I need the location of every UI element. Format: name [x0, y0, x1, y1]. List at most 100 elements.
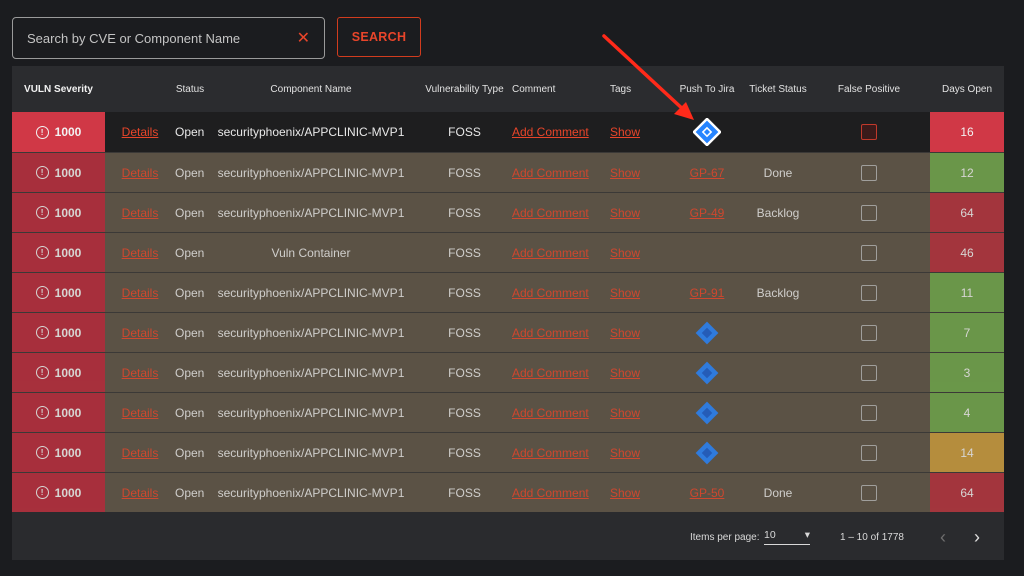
false-positive-checkbox[interactable]	[861, 284, 877, 301]
header-days-open[interactable]: Days Open	[930, 84, 1004, 95]
items-per-page-select[interactable]: 10 ▾	[764, 529, 810, 545]
show-tags-link[interactable]: Show	[610, 286, 640, 300]
ticket-status-cell: Backlog	[748, 273, 808, 312]
false-positive-checkbox[interactable]	[861, 204, 877, 221]
table-row[interactable]: ! 1000 Details Open securityphoenix/APPC…	[12, 472, 1004, 512]
chevron-left-icon[interactable]: ‹	[940, 527, 946, 548]
alert-circle-icon: !	[35, 246, 49, 259]
severity-cell: ! 1000	[12, 433, 105, 472]
table-row[interactable]: ! 1000 Details Open securityphoenix/APPC…	[12, 392, 1004, 432]
show-tags-link[interactable]: Show	[610, 125, 640, 139]
details-link[interactable]: Details	[122, 406, 159, 420]
alert-circle-icon: !	[35, 406, 49, 419]
false-positive-checkbox[interactable]	[861, 484, 877, 501]
add-comment-link[interactable]: Add Comment	[512, 286, 589, 300]
table-row[interactable]: ! 1000 Details Open securityphoenix/APPC…	[12, 112, 1004, 152]
false-positive-checkbox[interactable]	[861, 444, 877, 461]
component-name: securityphoenix/APPCLINIC-MVP1	[217, 445, 405, 460]
false-positive-checkbox[interactable]	[861, 324, 877, 341]
false-positive-checkbox[interactable]	[861, 164, 877, 181]
add-comment-link[interactable]: Add Comment	[512, 166, 589, 180]
severity-value: 1000	[54, 205, 82, 220]
status-value: Open	[175, 245, 205, 260]
header-vuln-severity[interactable]: VULN Severity	[12, 84, 105, 95]
comment-cell: Add Comment	[512, 233, 600, 272]
table-row[interactable]: ! 1000 Details Open securityphoenix/APPC…	[12, 352, 1004, 392]
add-comment-link[interactable]: Add Comment	[512, 486, 589, 500]
details-link[interactable]: Details	[122, 366, 159, 380]
dropdown-arrow-icon: ▾	[804, 529, 810, 541]
details-link[interactable]: Details	[122, 206, 159, 220]
details-link[interactable]: Details	[122, 125, 159, 139]
vulnerability-type: FOSS	[448, 365, 481, 380]
severity-value: 1000	[54, 445, 82, 460]
show-tags-link[interactable]: Show	[610, 486, 640, 500]
alert-circle-icon: !	[35, 486, 49, 499]
pagination-range: 1 – 10 of 1778	[840, 531, 904, 543]
add-comment-link[interactable]: Add Comment	[512, 406, 589, 420]
header-component-name[interactable]: Component Name	[205, 84, 417, 95]
add-comment-link[interactable]: Add Comment	[512, 206, 589, 220]
header-vulnerability-type[interactable]: Vulnerability Type	[417, 84, 512, 95]
jira-ticket-link[interactable]: GP-49	[690, 206, 725, 220]
jira-icon[interactable]	[693, 118, 721, 146]
table-row[interactable]: ! 1000 Details Open securityphoenix/APPC…	[12, 432, 1004, 472]
chevron-right-icon[interactable]: ›	[974, 527, 980, 548]
add-comment-link[interactable]: Add Comment	[512, 446, 589, 460]
false-positive-checkbox[interactable]	[861, 364, 877, 381]
table-row[interactable]: ! 1000 Details Open securityphoenix/APPC…	[12, 152, 1004, 192]
show-tags-link[interactable]: Show	[610, 206, 640, 220]
alert-circle-icon: !	[35, 446, 49, 459]
days-open-cell: 4	[930, 393, 1004, 432]
header-status[interactable]: Status	[175, 84, 205, 95]
days-open-cell: 46	[930, 233, 1004, 272]
false-positive-checkbox[interactable]	[861, 244, 877, 261]
jira-ticket-link[interactable]: GP-50	[690, 486, 725, 500]
paginator: Items per page: 10 ▾ 1 – 10 of 1778 ‹ ›	[12, 514, 1004, 560]
show-tags-link[interactable]: Show	[610, 366, 640, 380]
table-row[interactable]: ! 1000 Details Open Vuln Container FOSS …	[12, 232, 1004, 272]
show-tags-link[interactable]: Show	[610, 166, 640, 180]
details-link[interactable]: Details	[122, 326, 159, 340]
table-row[interactable]: ! 1000 Details Open securityphoenix/APPC…	[12, 312, 1004, 352]
component-name: securityphoenix/APPCLINIC-MVP1	[217, 125, 405, 139]
table-row[interactable]: ! 1000 Details Open securityphoenix/APPC…	[12, 272, 1004, 312]
false-positive-checkbox[interactable]	[861, 404, 877, 421]
jira-icon[interactable]	[693, 439, 721, 467]
type-cell: FOSS	[417, 393, 512, 432]
show-tags-link[interactable]: Show	[610, 446, 640, 460]
details-link[interactable]: Details	[122, 486, 159, 500]
details-link[interactable]: Details	[122, 446, 159, 460]
details-cell: Details	[105, 112, 175, 152]
details-cell: Details	[105, 193, 175, 232]
add-comment-link[interactable]: Add Comment	[512, 246, 589, 260]
jira-icon[interactable]	[693, 319, 721, 347]
jira-ticket-link[interactable]: GP-67	[690, 166, 725, 180]
add-comment-link[interactable]: Add Comment	[512, 125, 589, 139]
push-to-jira-cell	[666, 353, 748, 392]
add-comment-link[interactable]: Add Comment	[512, 366, 589, 380]
jira-ticket-link[interactable]: GP-91	[690, 286, 725, 300]
close-icon[interactable]: ✕	[297, 28, 310, 48]
component-name: securityphoenix/APPCLINIC-MVP1	[217, 285, 405, 300]
severity-value: 1000	[54, 325, 82, 340]
show-tags-link[interactable]: Show	[610, 246, 640, 260]
header-false-positive[interactable]: False Positive	[808, 84, 930, 95]
search-input[interactable]	[27, 30, 297, 46]
search-button[interactable]: SEARCH	[337, 17, 421, 57]
header-ticket-status[interactable]: Ticket Status	[748, 84, 808, 95]
false-positive-cell	[808, 393, 930, 432]
add-comment-link[interactable]: Add Comment	[512, 326, 589, 340]
vulnerability-type: FOSS	[448, 165, 481, 180]
details-link[interactable]: Details	[122, 246, 159, 260]
jira-icon[interactable]	[693, 359, 721, 387]
table-row[interactable]: ! 1000 Details Open securityphoenix/APPC…	[12, 192, 1004, 232]
days-open-value: 14	[960, 445, 974, 460]
jira-icon[interactable]	[693, 399, 721, 427]
false-positive-checkbox[interactable]	[861, 124, 877, 140]
details-link[interactable]: Details	[122, 166, 159, 180]
severity-value: 1000	[54, 365, 82, 380]
show-tags-link[interactable]: Show	[610, 326, 640, 340]
details-link[interactable]: Details	[122, 286, 159, 300]
show-tags-link[interactable]: Show	[610, 406, 640, 420]
